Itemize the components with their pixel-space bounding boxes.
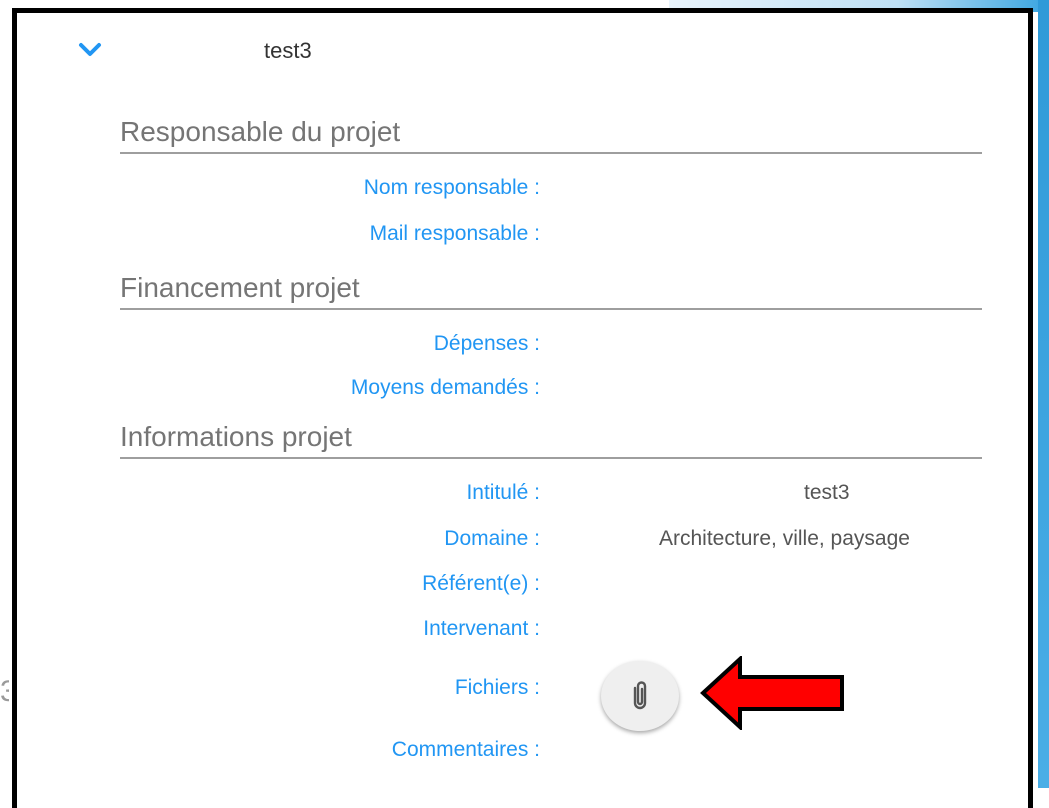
value-domaine: Architecture, ville, paysage (659, 527, 910, 550)
red-arrow-annotation (700, 656, 844, 730)
window-edge (1038, 0, 1049, 788)
section-title-responsable: Responsable du projet (120, 114, 982, 154)
chevron-down-icon[interactable] (77, 42, 103, 58)
label-moyens-demandes: Moyens demandés : (350, 376, 540, 399)
value-intitule: test3 (804, 481, 850, 504)
paperclip-icon (633, 681, 647, 710)
label-nom-responsable: Nom responsable : (363, 176, 540, 199)
section-title-informations: Informations projet (120, 419, 982, 459)
section-title-financement: Financement projet (120, 270, 982, 310)
attach-files-button[interactable] (601, 661, 679, 731)
label-fichiers: Fichiers : (454, 676, 540, 699)
label-referent: Référent(e) : (422, 572, 540, 595)
item-title[interactable]: test3 (264, 38, 312, 64)
label-depenses: Dépenses : (433, 332, 540, 355)
label-intitule: Intitulé : (466, 481, 540, 504)
label-domaine: Domaine : (444, 527, 540, 550)
label-intervenant: Intervenant : (423, 617, 540, 640)
label-commentaires: Commentaires : (391, 738, 540, 761)
background-text: 3 (0, 675, 9, 708)
label-mail-responsable: Mail responsable : (369, 222, 540, 245)
